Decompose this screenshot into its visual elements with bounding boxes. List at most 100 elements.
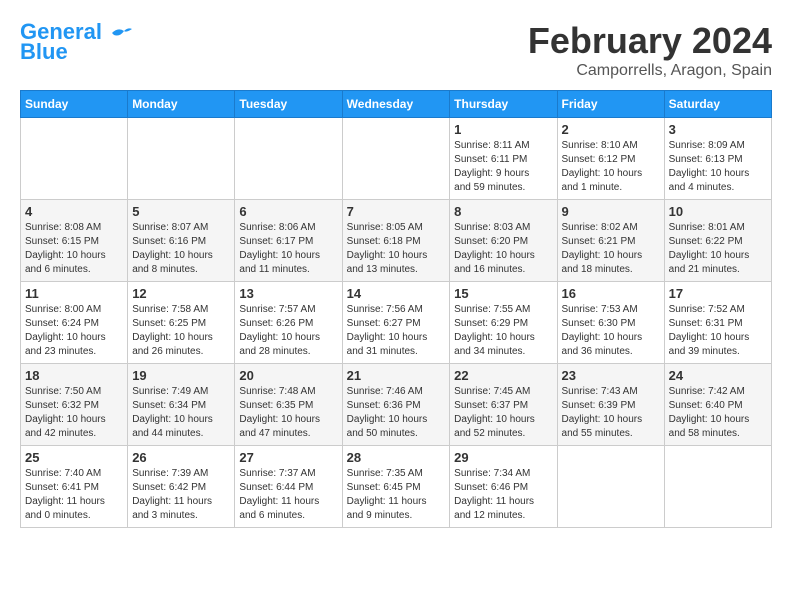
day-info: Sunrise: 7:35 AM Sunset: 6:45 PM Dayligh…: [347, 467, 446, 523]
calendar-cell: 15 Sunrise: 7:55 AM Sunset: 6:29 PM Dayli…: [450, 282, 557, 364]
day-number: 14: [347, 286, 446, 301]
day-number: 19: [132, 368, 230, 383]
weekday-header-tuesday: Tuesday: [235, 91, 342, 118]
day-number: 21: [347, 368, 446, 383]
day-info: Sunrise: 7:52 AM Sunset: 6:31 PM Dayligh…: [669, 303, 767, 359]
calendar-cell: 29 Sunrise: 7:34 AM Sunset: 6:46 PM Dayli…: [450, 446, 557, 528]
day-info: Sunrise: 7:45 AM Sunset: 6:37 PM Dayligh…: [454, 385, 552, 441]
calendar-cell: [128, 118, 235, 200]
day-info: Sunrise: 8:07 AM Sunset: 6:16 PM Dayligh…: [132, 221, 230, 277]
day-number: 6: [239, 204, 337, 219]
calendar-cell: 21 Sunrise: 7:46 AM Sunset: 6:36 PM Dayli…: [342, 364, 450, 446]
day-number: 23: [562, 368, 660, 383]
day-number: 7: [347, 204, 446, 219]
calendar-cell: 19 Sunrise: 7:49 AM Sunset: 6:34 PM Dayli…: [128, 364, 235, 446]
day-info: Sunrise: 7:55 AM Sunset: 6:29 PM Dayligh…: [454, 303, 552, 359]
calendar-cell: 25 Sunrise: 7:40 AM Sunset: 6:41 PM Dayli…: [21, 446, 128, 528]
weekday-header-thursday: Thursday: [450, 91, 557, 118]
calendar-cell: [21, 118, 128, 200]
day-number: 22: [454, 368, 552, 383]
day-number: 2: [562, 122, 660, 137]
calendar-cell: 5 Sunrise: 8:07 AM Sunset: 6:16 PM Daylig…: [128, 200, 235, 282]
calendar-cell: 4 Sunrise: 8:08 AM Sunset: 6:15 PM Daylig…: [21, 200, 128, 282]
day-number: 29: [454, 450, 552, 465]
logo: General Blue: [20, 20, 132, 64]
day-info: Sunrise: 8:03 AM Sunset: 6:20 PM Dayligh…: [454, 221, 552, 277]
day-number: 4: [25, 204, 123, 219]
title-area: February 2024 Camporrells, Aragon, Spain: [528, 20, 772, 80]
calendar-cell: 27 Sunrise: 7:37 AM Sunset: 6:44 PM Dayli…: [235, 446, 342, 528]
calendar-cell: 10Sunrise: 8:01 AM Sunset: 6:22 PM Dayli…: [664, 200, 771, 282]
calendar-cell: 8 Sunrise: 8:03 AM Sunset: 6:20 PM Daylig…: [450, 200, 557, 282]
calendar-cell: 2 Sunrise: 8:10 AM Sunset: 6:12 PM Daylig…: [557, 118, 664, 200]
calendar-cell: 11Sunrise: 8:00 AM Sunset: 6:24 PM Dayli…: [21, 282, 128, 364]
calendar-cell: 18 Sunrise: 7:50 AM Sunset: 6:32 PM Dayli…: [21, 364, 128, 446]
day-number: 18: [25, 368, 123, 383]
day-info: Sunrise: 7:37 AM Sunset: 6:44 PM Dayligh…: [239, 467, 337, 523]
day-number: 5: [132, 204, 230, 219]
day-info: Sunrise: 7:40 AM Sunset: 6:41 PM Dayligh…: [25, 467, 123, 523]
day-info: Sunrise: 8:08 AM Sunset: 6:15 PM Dayligh…: [25, 221, 123, 277]
calendar-cell: 6Sunrise: 8:06 AM Sunset: 6:17 PM Daylig…: [235, 200, 342, 282]
day-number: 26: [132, 450, 230, 465]
calendar-cell: [557, 446, 664, 528]
calendar-cell: 9 Sunrise: 8:02 AM Sunset: 6:21 PM Daylig…: [557, 200, 664, 282]
day-number: 25: [25, 450, 123, 465]
day-info: Sunrise: 8:02 AM Sunset: 6:21 PM Dayligh…: [562, 221, 660, 277]
calendar-cell: 17 Sunrise: 7:52 AM Sunset: 6:31 PM Dayli…: [664, 282, 771, 364]
day-info: Sunrise: 8:09 AM Sunset: 6:13 PM Dayligh…: [669, 139, 767, 195]
day-number: 13: [239, 286, 337, 301]
day-info: Sunrise: 7:57 AM Sunset: 6:26 PM Dayligh…: [239, 303, 337, 359]
day-info: Sunrise: 7:56 AM Sunset: 6:27 PM Dayligh…: [347, 303, 446, 359]
day-number: 3: [669, 122, 767, 137]
day-number: 20: [239, 368, 337, 383]
day-number: 17: [669, 286, 767, 301]
calendar-cell: 7 Sunrise: 8:05 AM Sunset: 6:18 PM Daylig…: [342, 200, 450, 282]
calendar-cell: 22 Sunrise: 7:45 AM Sunset: 6:37 PM Dayli…: [450, 364, 557, 446]
day-info: Sunrise: 8:05 AM Sunset: 6:18 PM Dayligh…: [347, 221, 446, 277]
calendar-cell: 28 Sunrise: 7:35 AM Sunset: 6:45 PM Dayli…: [342, 446, 450, 528]
day-number: 16: [562, 286, 660, 301]
day-number: 11: [25, 286, 123, 301]
day-number: 28: [347, 450, 446, 465]
bird-icon: [110, 25, 132, 41]
day-number: 8: [454, 204, 552, 219]
calendar-cell: [664, 446, 771, 528]
day-info: Sunrise: 7:58 AM Sunset: 6:25 PM Dayligh…: [132, 303, 230, 359]
day-info: Sunrise: 7:46 AM Sunset: 6:36 PM Dayligh…: [347, 385, 446, 441]
day-number: 10: [669, 204, 767, 219]
day-number: 12: [132, 286, 230, 301]
day-info: Sunrise: 7:48 AM Sunset: 6:35 PM Dayligh…: [239, 385, 337, 441]
week-row-1: 1Sunrise: 8:11 AM Sunset: 6:11 PM Daylig…: [21, 118, 772, 200]
day-info: Sunrise: 7:39 AM Sunset: 6:42 PM Dayligh…: [132, 467, 230, 523]
weekday-header-wednesday: Wednesday: [342, 91, 450, 118]
day-number: 9: [562, 204, 660, 219]
month-title: February 2024: [528, 20, 772, 62]
day-number: 15: [454, 286, 552, 301]
calendar-cell: 3 Sunrise: 8:09 AM Sunset: 6:13 PM Daylig…: [664, 118, 771, 200]
calendar-cell: 14 Sunrise: 7:56 AM Sunset: 6:27 PM Dayli…: [342, 282, 450, 364]
day-info: Sunrise: 8:10 AM Sunset: 6:12 PM Dayligh…: [562, 139, 660, 195]
calendar-cell: 23 Sunrise: 7:43 AM Sunset: 6:39 PM Dayli…: [557, 364, 664, 446]
week-row-3: 11Sunrise: 8:00 AM Sunset: 6:24 PM Dayli…: [21, 282, 772, 364]
day-info: Sunrise: 7:50 AM Sunset: 6:32 PM Dayligh…: [25, 385, 123, 441]
day-number: 27: [239, 450, 337, 465]
calendar-cell: 13 Sunrise: 7:57 AM Sunset: 6:26 PM Dayli…: [235, 282, 342, 364]
day-info: Sunrise: 7:42 AM Sunset: 6:40 PM Dayligh…: [669, 385, 767, 441]
calendar-cell: 24 Sunrise: 7:42 AM Sunset: 6:40 PM Dayli…: [664, 364, 771, 446]
calendar-cell: 26 Sunrise: 7:39 AM Sunset: 6:42 PM Dayli…: [128, 446, 235, 528]
day-info: Sunrise: 7:49 AM Sunset: 6:34 PM Dayligh…: [132, 385, 230, 441]
calendar-cell: 20 Sunrise: 7:48 AM Sunset: 6:35 PM Dayli…: [235, 364, 342, 446]
calendar-cell: 1Sunrise: 8:11 AM Sunset: 6:11 PM Daylig…: [450, 118, 557, 200]
day-number: 24: [669, 368, 767, 383]
week-row-5: 25 Sunrise: 7:40 AM Sunset: 6:41 PM Dayli…: [21, 446, 772, 528]
weekday-header-sunday: Sunday: [21, 91, 128, 118]
weekday-header-saturday: Saturday: [664, 91, 771, 118]
weekday-header-row: SundayMondayTuesdayWednesdayThursdayFrid…: [21, 91, 772, 118]
week-row-2: 4 Sunrise: 8:08 AM Sunset: 6:15 PM Daylig…: [21, 200, 772, 282]
day-info: Sunrise: 7:34 AM Sunset: 6:46 PM Dayligh…: [454, 467, 552, 523]
day-info: Sunrise: 7:43 AM Sunset: 6:39 PM Dayligh…: [562, 385, 660, 441]
weekday-header-friday: Friday: [557, 91, 664, 118]
logo-text-blue: Blue: [20, 40, 68, 64]
calendar-cell: [235, 118, 342, 200]
